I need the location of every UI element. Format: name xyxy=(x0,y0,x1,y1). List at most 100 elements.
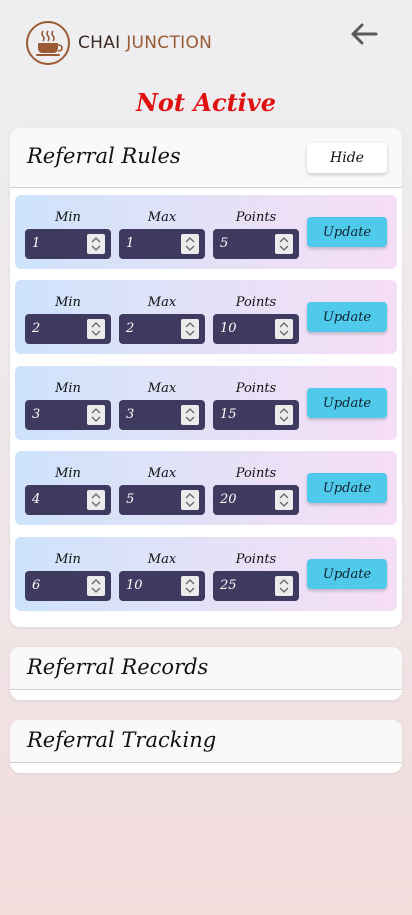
referral-tracking-card[interactable]: Referral Tracking xyxy=(10,720,402,773)
min-label: Min xyxy=(55,210,81,225)
referral-tracking-title: Referral Tracking xyxy=(27,728,217,752)
app-header: CHAI JUNCTION xyxy=(0,0,412,80)
max-value: 2 xyxy=(126,321,135,336)
min-input[interactable]: 4 xyxy=(25,485,111,515)
spinner-icon[interactable] xyxy=(87,319,105,339)
update-button[interactable]: Update xyxy=(307,559,387,589)
min-value: 6 xyxy=(32,578,41,593)
spinner-icon[interactable] xyxy=(87,234,105,254)
spinner-icon[interactable] xyxy=(181,234,199,254)
spinner-icon[interactable] xyxy=(87,490,105,510)
status-text: Not Active xyxy=(135,88,277,117)
points-input[interactable]: 25 xyxy=(213,571,299,601)
arrow-left-icon[interactable] xyxy=(348,20,380,48)
max-value: 1 xyxy=(126,236,135,251)
points-label: Points xyxy=(235,210,277,225)
referral-rules-card: Referral Rules Hide Min 1 Max 1 Points 5 Updat… xyxy=(10,128,402,627)
spinner-icon[interactable] xyxy=(181,405,199,425)
max-value: 10 xyxy=(126,578,143,593)
max-input[interactable]: 10 xyxy=(119,571,205,601)
update-button[interactable]: Update xyxy=(307,388,387,418)
spinner-icon[interactable] xyxy=(275,490,293,510)
spinner-icon[interactable] xyxy=(275,576,293,596)
min-value: 3 xyxy=(32,407,41,422)
max-label: Max xyxy=(147,552,177,567)
min-column: Min 1 xyxy=(25,195,111,269)
spinner-icon[interactable] xyxy=(275,405,293,425)
min-value: 4 xyxy=(32,492,41,507)
spinner-icon[interactable] xyxy=(87,405,105,425)
brand-part-1: CHAI xyxy=(78,33,121,53)
referral-records-title: Referral Records xyxy=(27,655,209,679)
min-label: Min xyxy=(55,552,81,567)
rule-row: Min 1 Max 1 Points 5 Update xyxy=(15,195,397,269)
tea-cup-icon xyxy=(26,21,70,65)
points-input[interactable]: 10 xyxy=(213,314,299,344)
hide-button[interactable]: Hide xyxy=(307,143,387,173)
min-input[interactable]: 1 xyxy=(25,229,111,259)
min-input[interactable]: 2 xyxy=(25,314,111,344)
points-column: Points 5 xyxy=(213,195,299,269)
max-label: Max xyxy=(147,381,177,396)
points-column: Points 10 xyxy=(213,280,299,354)
referral-rules-title: Referral Rules xyxy=(27,144,181,168)
points-input[interactable]: 20 xyxy=(213,485,299,515)
points-input[interactable]: 5 xyxy=(213,229,299,259)
brand-name: CHAI JUNCTION xyxy=(78,33,212,53)
max-column: Max 2 xyxy=(119,280,205,354)
rule-row: Min 2 Max 2 Points 10 Update xyxy=(15,280,397,354)
min-value: 2 xyxy=(32,321,41,336)
min-input[interactable]: 6 xyxy=(25,571,111,601)
points-value: 25 xyxy=(220,578,237,593)
brand-part-2: JUNCTION xyxy=(126,33,213,53)
points-label: Points xyxy=(235,466,277,481)
rule-row: Min 6 Max 10 Points 25 Update xyxy=(15,537,397,611)
max-column: Max 3 xyxy=(119,366,205,440)
max-label: Max xyxy=(147,210,177,225)
min-label: Min xyxy=(55,381,81,396)
points-column: Points 25 xyxy=(213,537,299,611)
update-button[interactable]: Update xyxy=(307,473,387,503)
update-button[interactable]: Update xyxy=(307,217,387,247)
points-input[interactable]: 15 xyxy=(213,400,299,430)
min-input[interactable]: 3 xyxy=(25,400,111,430)
referral-records-header[interactable]: Referral Records xyxy=(10,647,402,690)
min-column: Min 3 xyxy=(25,366,111,440)
max-input[interactable]: 1 xyxy=(119,229,205,259)
max-column: Max 10 xyxy=(119,537,205,611)
points-value: 5 xyxy=(220,236,229,251)
min-column: Min 2 xyxy=(25,280,111,354)
update-button[interactable]: Update xyxy=(307,302,387,332)
max-input[interactable]: 3 xyxy=(119,400,205,430)
referral-records-card[interactable]: Referral Records xyxy=(10,647,402,700)
spinner-icon[interactable] xyxy=(275,234,293,254)
spinner-icon[interactable] xyxy=(181,576,199,596)
max-input[interactable]: 2 xyxy=(119,314,205,344)
spinner-icon[interactable] xyxy=(181,319,199,339)
spinner-icon[interactable] xyxy=(181,490,199,510)
points-value: 10 xyxy=(220,321,237,336)
max-value: 3 xyxy=(126,407,135,422)
min-label: Min xyxy=(55,295,81,310)
max-value: 5 xyxy=(126,492,135,507)
rule-row: Min 4 Max 5 Points 20 Update xyxy=(15,451,397,525)
referral-rules-header: Referral Rules Hide xyxy=(10,128,402,188)
spinner-icon[interactable] xyxy=(275,319,293,339)
points-label: Points xyxy=(235,381,277,396)
points-label: Points xyxy=(235,552,277,567)
points-value: 20 xyxy=(220,492,237,507)
max-label: Max xyxy=(147,295,177,310)
points-label: Points xyxy=(235,295,277,310)
min-value: 1 xyxy=(32,236,41,251)
spinner-icon[interactable] xyxy=(87,576,105,596)
points-column: Points 15 xyxy=(213,366,299,440)
rule-row: Min 3 Max 3 Points 15 Update xyxy=(15,366,397,440)
min-label: Min xyxy=(55,466,81,481)
max-column: Max 1 xyxy=(119,195,205,269)
referral-tracking-header[interactable]: Referral Tracking xyxy=(10,720,402,763)
points-column: Points 20 xyxy=(213,451,299,525)
max-input[interactable]: 5 xyxy=(119,485,205,515)
max-label: Max xyxy=(147,466,177,481)
min-column: Min 4 xyxy=(25,451,111,525)
min-column: Min 6 xyxy=(25,537,111,611)
